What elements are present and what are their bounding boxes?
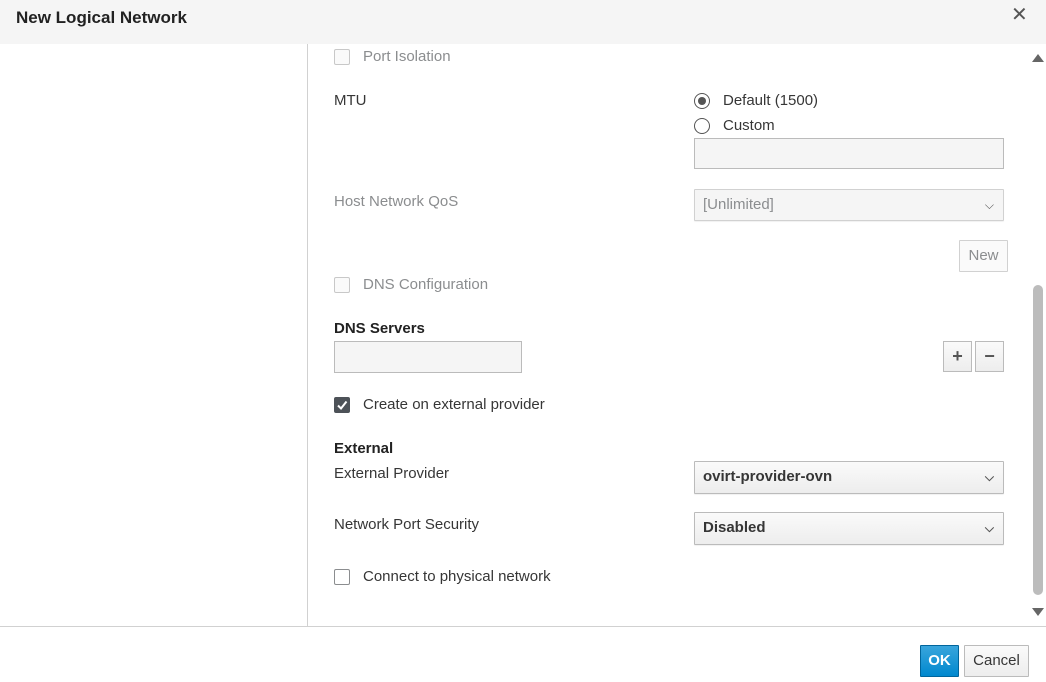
create-external-provider-label: Create on external provider xyxy=(363,396,545,413)
mtu-custom-radio[interactable] xyxy=(694,118,710,134)
network-port-security-label: Network Port Security xyxy=(334,516,480,533)
mtu-label: MTU xyxy=(334,92,367,109)
new-logical-network-dialog: New Logical Network ✕ Port Isolation MTU… xyxy=(0,0,1046,682)
dns-configuration-label: DNS Configuration xyxy=(363,276,489,293)
port-isolation-checkbox[interactable] xyxy=(334,49,350,65)
external-provider-select[interactable]: ovirt-provider-ovn ⌵ xyxy=(694,461,1004,494)
network-port-security-value: Disabled xyxy=(703,519,766,536)
host-network-qos-select[interactable]: [Unlimited] ⌵ xyxy=(694,189,1004,221)
external-heading: External xyxy=(334,440,394,457)
dialog-content: Port Isolation MTU Default (1500) Custom… xyxy=(309,44,1031,626)
network-port-security-select[interactable]: Disabled ⌵ xyxy=(694,512,1004,545)
chevron-down-icon: ⌵ xyxy=(984,198,994,212)
qos-new-button[interactable]: New xyxy=(959,240,1008,272)
add-dns-server-button[interactable]: + xyxy=(943,341,972,372)
scrollbar-thumb[interactable] xyxy=(1033,285,1043,595)
mtu-default-label: Default (1500) xyxy=(723,92,819,109)
connect-physical-network-checkbox[interactable] xyxy=(334,569,350,585)
external-provider-label: External Provider xyxy=(334,465,450,482)
minus-icon: − xyxy=(984,346,995,366)
dns-servers-heading: DNS Servers xyxy=(334,320,425,337)
scroll-down-icon[interactable] xyxy=(1032,608,1044,616)
external-provider-value: ovirt-provider-ovn xyxy=(703,468,833,485)
host-network-qos-value: [Unlimited] xyxy=(703,196,774,213)
remove-dns-server-button[interactable]: − xyxy=(975,341,1004,372)
mtu-default-radio[interactable] xyxy=(694,93,710,109)
ok-button[interactable]: OK xyxy=(920,645,959,677)
mtu-custom-label: Custom xyxy=(723,117,775,134)
create-external-provider-checkbox[interactable] xyxy=(334,397,350,413)
dialog-footer: OK Cancel xyxy=(0,626,1046,682)
dialog-sidebar xyxy=(0,44,308,626)
plus-icon: + xyxy=(952,346,963,366)
dialog-title: New Logical Network xyxy=(16,8,187,27)
host-network-qos-label: Host Network QoS xyxy=(334,193,459,210)
dns-server-input[interactable] xyxy=(334,341,522,373)
chevron-down-icon: ⌵ xyxy=(984,470,994,484)
port-isolation-label: Port Isolation xyxy=(363,48,451,65)
scroll-up-icon[interactable] xyxy=(1032,54,1044,62)
cancel-button[interactable]: Cancel xyxy=(964,645,1029,677)
mtu-custom-input[interactable] xyxy=(694,138,1004,169)
checkmark-icon xyxy=(337,400,348,411)
connect-physical-network-label: Connect to physical network xyxy=(363,568,551,585)
dns-configuration-checkbox[interactable] xyxy=(334,277,350,293)
chevron-down-icon: ⌵ xyxy=(984,521,994,535)
close-icon[interactable]: ✕ xyxy=(1011,4,1028,26)
dialog-header: New Logical Network ✕ xyxy=(0,0,1046,44)
